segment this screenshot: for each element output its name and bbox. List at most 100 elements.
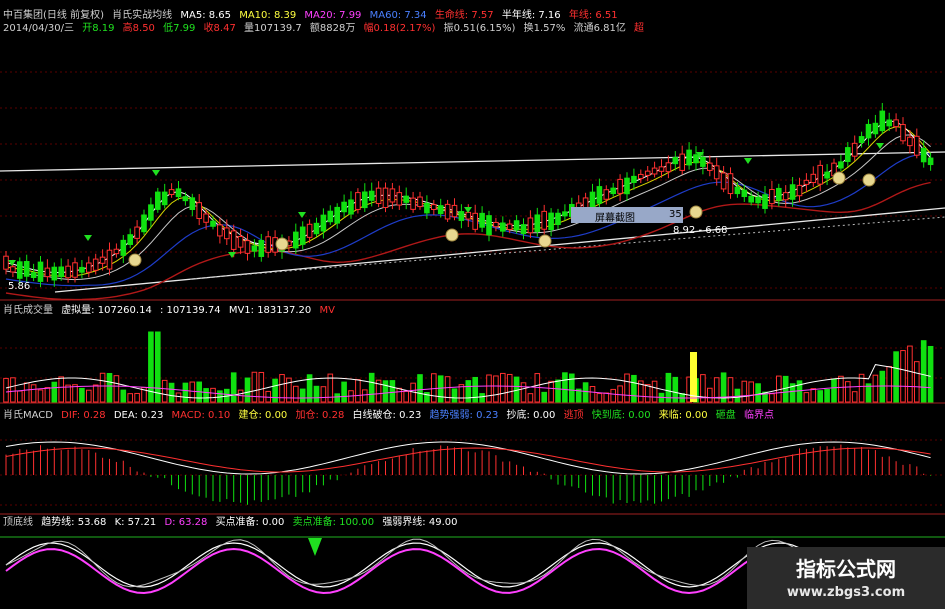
volume-bar (707, 387, 713, 403)
volume-bar (424, 392, 430, 403)
quote-item: 超 (634, 23, 645, 34)
volume-bar (389, 380, 396, 403)
volume-bar (272, 378, 278, 403)
macd-label: 来临: 0.00 (658, 410, 708, 421)
volume-bar (527, 393, 534, 403)
candle-body (638, 173, 644, 180)
candle-body (161, 191, 168, 206)
quote-header: 2014/04/30/三 开8.19 高8.50 低7.99 收8.47 量10… (3, 23, 649, 35)
macd-label: 白线破仓: 0.23 (352, 410, 422, 421)
candle-body (141, 214, 147, 233)
quote-item: 换1.57% (523, 23, 566, 34)
tooltip-value: 35 (669, 209, 682, 220)
candle-body (182, 196, 189, 202)
candle-body (900, 124, 906, 142)
ma10-line (5, 126, 931, 277)
candle-body (713, 165, 720, 180)
candle-body (817, 164, 824, 185)
quote-item: 流通6.81亿 (573, 23, 626, 34)
header-item: 半年线: 7.16 (501, 10, 561, 21)
highlight-volume-bar (690, 352, 697, 402)
volume-bar (589, 386, 596, 403)
volume-bar (10, 377, 16, 403)
candle-body (113, 248, 120, 255)
volume-bar (907, 345, 913, 403)
quote-item: 振0.51(6.15%) (443, 23, 516, 34)
candle-body (520, 224, 527, 235)
volume-label: 虚拟量: 107260.14 (61, 305, 152, 316)
volume-bar (879, 370, 886, 403)
candle-body (431, 204, 437, 210)
candle-body (306, 223, 313, 238)
candle-body (927, 157, 934, 166)
candle-body (762, 194, 768, 209)
candle-body (99, 256, 106, 264)
volume-bar (900, 350, 906, 403)
tooltip-label: 屏幕截图 (595, 213, 635, 224)
volume-bar (886, 365, 893, 403)
candle-body (776, 187, 782, 201)
volume-bar (44, 387, 51, 403)
life-line (5, 181, 931, 301)
volume-bar (37, 389, 44, 403)
volume-bar (734, 388, 741, 403)
macd-label: DEA: 0.23 (113, 410, 164, 421)
candle-body (541, 210, 548, 230)
volume-bar (817, 390, 824, 403)
candle-body (334, 206, 340, 224)
volume-bar (651, 380, 658, 403)
macd-label: 建仓: 0.00 (238, 410, 288, 421)
volume-bar (769, 393, 775, 403)
candle-body (782, 192, 789, 201)
volume-bar (838, 375, 844, 403)
volume-bar (51, 381, 58, 403)
quote-item: 量107139.7 (244, 23, 302, 34)
candle-body (189, 197, 196, 210)
quote-item: 收8.47 (203, 23, 236, 34)
low-price-label: 5.86 (8, 281, 35, 293)
volume-bar (548, 380, 554, 403)
lower-trend-line (54, 207, 945, 293)
header-item: MA60: 7.34 (369, 10, 427, 21)
candle-body (796, 184, 803, 197)
volume-bar (30, 384, 37, 403)
volume-bar (541, 391, 548, 403)
candle-body (155, 191, 161, 210)
candle-body (879, 110, 886, 132)
candle-body (651, 167, 658, 175)
volume-label: MV (319, 305, 335, 316)
candle-body (10, 266, 16, 273)
volume-bar (644, 384, 651, 403)
candle-body (265, 236, 271, 253)
smiley-marker-icon (832, 171, 846, 185)
candle-body (244, 240, 251, 254)
volume-bar (293, 385, 299, 403)
candle-body (672, 157, 679, 165)
candle-body (562, 211, 568, 217)
volume-bar (210, 387, 216, 403)
volume-bar (251, 371, 258, 403)
screenshot-tooltip[interactable]: 屏幕截图 35 (571, 207, 683, 224)
volume-bar (810, 388, 817, 403)
volume-bar (486, 374, 492, 403)
candle-body (631, 175, 637, 184)
candle-body (175, 188, 182, 198)
kdj-label: 买点准备: 0.00 (215, 517, 285, 528)
macd-label: 肖氏MACD (3, 410, 53, 421)
volume-bar (624, 373, 630, 403)
volume-bar (155, 331, 161, 403)
quote-item: 开8.19 (82, 23, 115, 34)
header-item: MA5: 8.65 (180, 10, 232, 21)
candle-body (610, 187, 617, 195)
candle-body (920, 148, 927, 163)
candle-body (44, 267, 51, 278)
candle-body (858, 136, 865, 144)
volume-bar (562, 372, 568, 403)
candle-body (368, 190, 375, 201)
smiley-marker-icon (538, 234, 552, 248)
header-item: MA20: 7.99 (304, 10, 362, 21)
smiley-marker-icon (689, 205, 703, 219)
volume-bar (244, 377, 251, 403)
volume-bar (299, 388, 306, 403)
candle-body (320, 214, 327, 232)
